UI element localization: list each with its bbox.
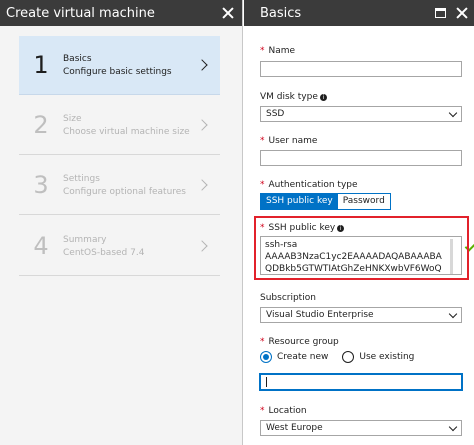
location-select[interactable]: West Europe [260,420,462,436]
chevron-down-icon [448,422,458,432]
subscription-value: Visual Studio Enterprise [266,310,374,320]
step-title: Basics [63,53,92,64]
ssh-public-key-option[interactable]: SSH public key [261,194,338,209]
blade-header: Basics [244,0,474,26]
authentication-type-toggle: SSH public key Password [260,193,391,210]
chevron-right-icon [196,119,208,131]
vm-disk-type-label: VM disk type [260,92,318,102]
create-new-label[interactable]: Create new [277,352,328,362]
user-name-label: User name [268,136,318,146]
authentication-type-label: Authentication type [268,180,358,190]
vm-disk-type-field: VM disk type i SSD [260,91,462,122]
step-title: Summary [63,234,107,245]
subscription-label: Subscription [260,293,316,303]
blade-title: Create virtual machine [6,5,155,21]
required-marker: * [260,406,265,416]
vm-disk-type-value: SSD [266,109,285,119]
chevron-right-icon [196,240,208,252]
blade-header: Create virtual machine [0,0,242,26]
step-summary[interactable]: 4 Summary CentOS-based 7.4 [19,217,220,276]
location-label: Location [268,406,307,416]
step-number: 1 [33,51,49,79]
required-marker: * [260,46,265,56]
step-number: 2 [33,111,49,139]
close-icon[interactable] [222,7,234,19]
use-existing-radio[interactable] [342,351,355,363]
step-number: 4 [33,232,49,260]
resource-group-field: * Resource group Create new Use existing [260,336,462,390]
chevron-down-icon [448,108,458,118]
chevron-right-icon [196,179,208,191]
blade-title: Basics [260,5,302,21]
resource-group-radio-group: Create new Use existing [260,350,428,364]
subscription-select[interactable]: Visual Studio Enterprise [260,307,462,323]
step-title: Size [63,113,82,124]
subscription-field: Subscription Visual Studio Enterprise [260,292,462,323]
info-icon[interactable]: i [319,94,327,101]
name-label: Name [268,46,296,56]
resource-group-input[interactable] [260,374,462,390]
chevron-right-icon [196,59,208,71]
step-title: Settings [63,173,100,184]
use-existing-label[interactable]: Use existing [359,352,414,362]
required-marker: * [260,337,265,347]
authentication-type-field: * Authentication type SSH public key Pass… [260,179,462,210]
resource-group-label: Resource group [268,337,339,347]
step-subtitle: Choose virtual machine size [63,126,190,137]
user-name-input[interactable] [260,150,462,166]
step-number: 3 [33,171,49,199]
create-new-radio[interactable] [260,351,272,363]
location-field: * Location West Europe [260,405,462,436]
step-subtitle: Configure optional features [63,186,186,197]
required-marker: * [260,136,265,146]
name-field: * Name [260,45,462,77]
password-option[interactable]: Password [337,194,390,209]
create-vm-blade: Create virtual machine 1 Basics Configur… [0,0,243,445]
name-input[interactable] [260,61,462,77]
maximize-icon[interactable] [435,8,446,18]
step-basics[interactable]: 1 Basics Configure basic settings [19,36,220,95]
step-settings[interactable]: 3 Settings Configure optional features [19,156,220,215]
text-caret [266,377,267,387]
ssh-key-highlight-frame [254,216,469,280]
close-icon[interactable] [456,7,468,19]
step-subtitle: Configure basic settings [63,66,172,77]
chevron-down-icon [448,309,458,319]
step-subtitle: CentOS-based 7.4 [63,247,145,258]
step-size[interactable]: 2 Size Choose virtual machine size [19,96,220,155]
location-value: West Europe [266,423,323,433]
vm-disk-type-select[interactable]: SSD [260,106,462,122]
required-marker: * [260,180,265,190]
user-name-field: * User name [260,135,462,166]
